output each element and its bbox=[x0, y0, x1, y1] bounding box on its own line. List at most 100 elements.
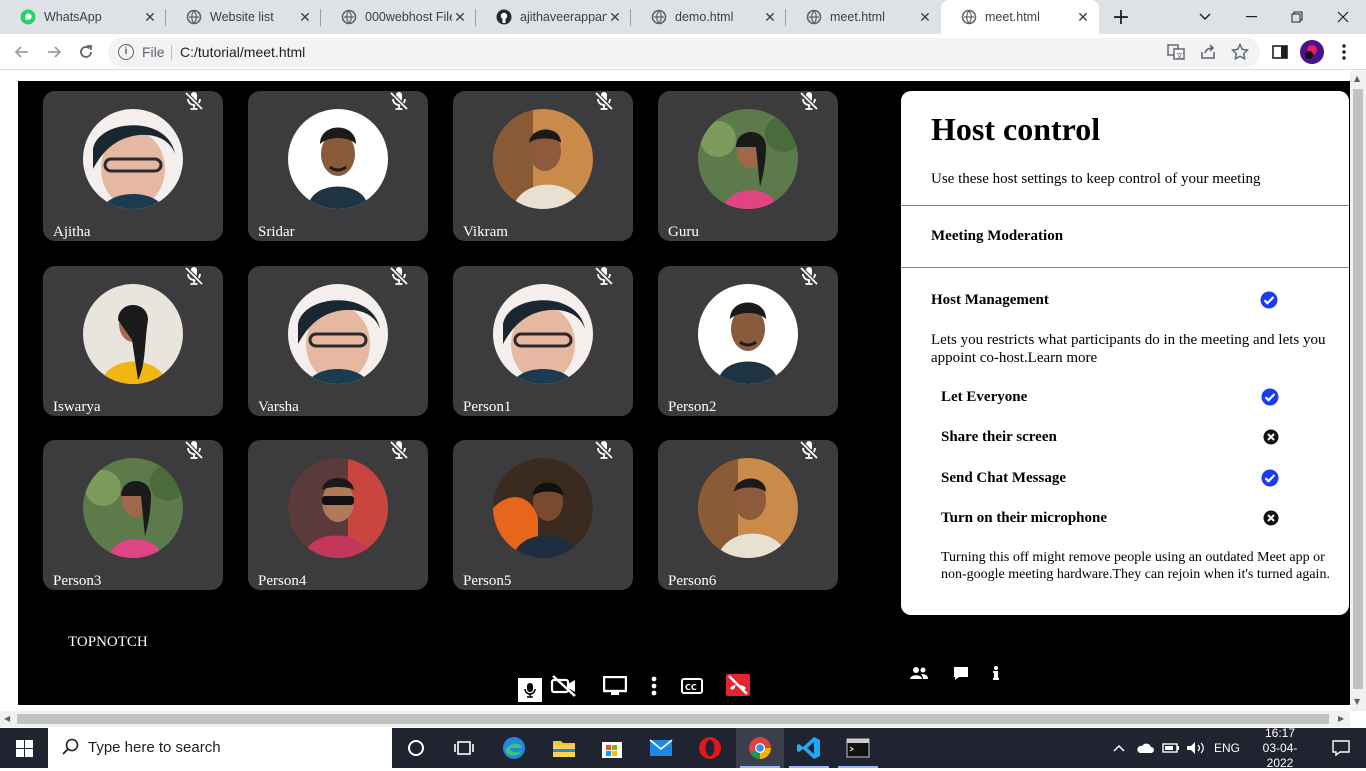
participant-tile[interactable]: Vikram bbox=[453, 91, 633, 241]
tab-search-button[interactable] bbox=[1182, 0, 1228, 34]
mic-off-icon[interactable] bbox=[388, 440, 410, 460]
task-view-button[interactable] bbox=[440, 728, 488, 768]
close-icon[interactable]: ✕ bbox=[762, 9, 778, 26]
vscode-app[interactable] bbox=[785, 728, 833, 768]
scroll-right-icon[interactable]: ▶ bbox=[1338, 714, 1344, 723]
participant-tile[interactable]: Ajitha bbox=[43, 91, 223, 241]
file-explorer-app[interactable] bbox=[540, 728, 588, 768]
scroll-up-icon[interactable]: ▲ bbox=[1354, 74, 1360, 83]
tab-demo[interactable]: demo.html ✕ bbox=[631, 0, 786, 34]
close-icon[interactable]: ✕ bbox=[917, 9, 933, 26]
translate-icon[interactable]: 文 bbox=[1166, 42, 1186, 62]
mic-off-icon[interactable] bbox=[593, 266, 615, 286]
new-tab-button[interactable]: + bbox=[1098, 0, 1144, 34]
chat-button[interactable] bbox=[951, 661, 971, 685]
horizontal-scrollbar[interactable]: ◀ ▶ bbox=[0, 711, 1350, 727]
close-icon[interactable]: ✕ bbox=[297, 9, 313, 26]
bookmark-star-icon[interactable] bbox=[1230, 42, 1250, 62]
forward-button[interactable] bbox=[40, 38, 68, 66]
tab-meet-1[interactable]: meet.html ✕ bbox=[786, 0, 941, 34]
check-circle-icon[interactable] bbox=[1260, 291, 1278, 309]
close-icon[interactable]: ✕ bbox=[452, 9, 468, 26]
mic-off-icon[interactable] bbox=[183, 266, 205, 286]
language-indicator[interactable]: ENG bbox=[1214, 741, 1240, 755]
mic-off-icon[interactable] bbox=[593, 440, 615, 460]
check-circle-icon[interactable] bbox=[1261, 388, 1279, 406]
present-screen-button[interactable] bbox=[602, 674, 628, 698]
tab-whatsapp[interactable]: WhatsApp ✕ bbox=[0, 0, 166, 34]
mic-off-icon[interactable] bbox=[798, 266, 820, 286]
participant-tile[interactable]: Person4 bbox=[248, 440, 428, 590]
tab-github[interactable]: ajithaveerappan/ ✕ bbox=[476, 0, 631, 34]
camera-off-button[interactable] bbox=[550, 674, 578, 698]
participant-tile[interactable]: Person2 bbox=[658, 266, 838, 416]
mic-off-icon[interactable] bbox=[798, 440, 820, 460]
participant-tile[interactable]: Person1 bbox=[453, 266, 633, 416]
mail-app[interactable] bbox=[637, 728, 685, 768]
close-icon[interactable]: ✕ bbox=[607, 9, 623, 26]
address-bar[interactable]: i File C:/tutorial/meet.html bbox=[108, 38, 1260, 67]
x-circle-icon[interactable] bbox=[1263, 429, 1279, 445]
people-button[interactable] bbox=[908, 661, 930, 685]
omnibox-divider bbox=[171, 45, 172, 60]
url-text[interactable]: C:/tutorial/meet.html bbox=[180, 44, 305, 60]
close-icon[interactable]: ✕ bbox=[142, 9, 158, 26]
info-icon[interactable]: i bbox=[118, 44, 134, 60]
vertical-scrollbar[interactable]: ▲ ▼ bbox=[1350, 71, 1366, 711]
scroll-left-icon[interactable]: ◀ bbox=[4, 714, 10, 723]
chevron-up-icon[interactable] bbox=[1112, 743, 1126, 753]
tab-website-list[interactable]: Website list ✕ bbox=[166, 0, 321, 34]
avatar[interactable] bbox=[1300, 40, 1324, 64]
reload-button[interactable] bbox=[72, 38, 100, 66]
tab-000webhost[interactable]: 000webhost File Ma ✕ bbox=[321, 0, 476, 34]
cloud-icon[interactable] bbox=[1136, 742, 1154, 754]
scrollbar-thumb[interactable] bbox=[17, 714, 1329, 724]
restore-button[interactable] bbox=[1274, 0, 1320, 34]
terminal-app[interactable] bbox=[834, 728, 882, 768]
clock[interactable]: 16:17 03-04-2022 bbox=[1250, 726, 1310, 771]
host-management-description: Lets you restricts what participants do … bbox=[931, 332, 1326, 366]
close-icon[interactable]: ✕ bbox=[1075, 9, 1091, 26]
x-circle-icon[interactable] bbox=[1263, 510, 1279, 526]
check-circle-icon[interactable] bbox=[1261, 469, 1279, 487]
participant-tile[interactable]: Sridar bbox=[248, 91, 428, 241]
folder-icon bbox=[553, 741, 575, 757]
mic-button[interactable] bbox=[518, 678, 542, 702]
edge-app[interactable] bbox=[490, 728, 538, 768]
mic-off-icon[interactable] bbox=[593, 91, 615, 111]
participant-tile[interactable]: Varsha bbox=[248, 266, 428, 416]
captions-button[interactable]: CC bbox=[680, 674, 704, 698]
tab-meet-active[interactable]: meet.html ✕ bbox=[941, 0, 1099, 34]
notifications-icon[interactable] bbox=[1332, 740, 1350, 756]
share-icon[interactable] bbox=[1198, 42, 1218, 62]
close-window-button[interactable] bbox=[1320, 0, 1366, 34]
more-menu-icon[interactable] bbox=[1334, 42, 1354, 62]
leave-call-button[interactable] bbox=[724, 673, 752, 697]
back-button[interactable] bbox=[8, 38, 36, 66]
minimize-button[interactable] bbox=[1228, 0, 1274, 34]
mic-off-icon[interactable] bbox=[183, 91, 205, 111]
opera-app[interactable] bbox=[686, 728, 734, 768]
participant-tile[interactable]: Person5 bbox=[453, 440, 633, 590]
side-panel-icon[interactable] bbox=[1270, 42, 1290, 62]
chrome-app[interactable] bbox=[736, 728, 784, 768]
svg-text:CC: CC bbox=[685, 683, 697, 692]
cortana-button[interactable] bbox=[392, 728, 440, 768]
taskbar-search[interactable]: Type here to search bbox=[48, 728, 392, 768]
participant-tile[interactable]: Person3 bbox=[43, 440, 223, 590]
battery-icon[interactable] bbox=[1162, 742, 1180, 754]
volume-icon[interactable] bbox=[1186, 741, 1206, 755]
participant-tile[interactable]: Iswarya bbox=[43, 266, 223, 416]
store-app[interactable] bbox=[588, 728, 636, 768]
participant-tile[interactable]: Guru bbox=[658, 91, 838, 241]
start-button[interactable] bbox=[0, 728, 48, 768]
participant-tile[interactable]: Person6 bbox=[658, 440, 838, 590]
mic-off-icon[interactable] bbox=[183, 440, 205, 460]
info-button[interactable] bbox=[988, 661, 1004, 685]
scroll-down-icon[interactable]: ▼ bbox=[1354, 697, 1360, 706]
mic-off-icon[interactable] bbox=[388, 266, 410, 286]
mic-off-icon[interactable] bbox=[798, 91, 820, 111]
mic-off-icon[interactable] bbox=[388, 91, 410, 111]
more-options-button[interactable] bbox=[646, 674, 662, 698]
scrollbar-thumb[interactable] bbox=[1353, 89, 1363, 689]
